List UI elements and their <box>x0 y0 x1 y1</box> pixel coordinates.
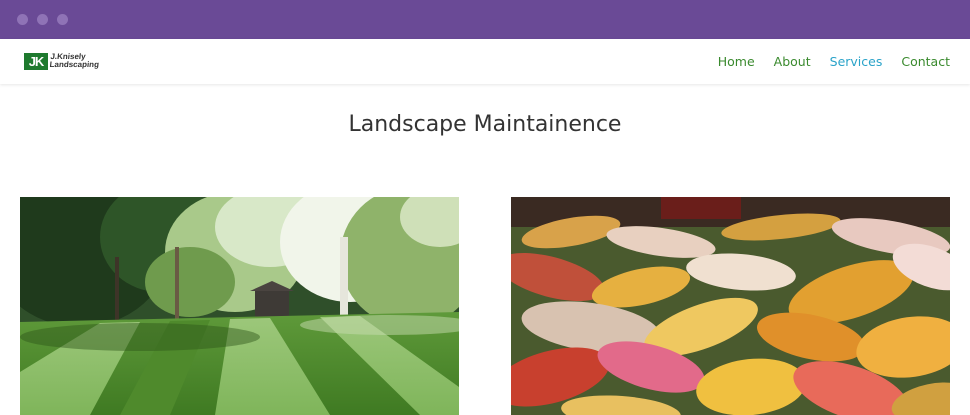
logo-line-2: Landscaping <box>49 60 100 69</box>
nav-services-link[interactable]: Services <box>830 54 883 69</box>
nav-contact-link[interactable]: Contact <box>901 54 950 69</box>
nav-about-link[interactable]: About <box>774 54 811 69</box>
window-minimize-button[interactable] <box>37 14 48 25</box>
site-header: JK J.Knisely Landscaping Home About Serv… <box>0 39 970 84</box>
leaves-photo <box>511 197 950 415</box>
logo-text: J.Knisely Landscaping <box>49 52 100 69</box>
main-nav: Home About Services Contact <box>699 39 950 84</box>
window-titlebar <box>0 0 970 39</box>
nav-home-link[interactable]: Home <box>718 54 755 69</box>
window-zoom-button[interactable] <box>57 14 68 25</box>
lawn-photo <box>20 197 459 415</box>
page-title: Landscape Maintainence <box>348 112 622 137</box>
site-logo[interactable]: JK J.Knisely Landscaping <box>24 52 99 70</box>
logo-mark: JK <box>24 52 48 70</box>
window-close-button[interactable] <box>17 14 28 25</box>
